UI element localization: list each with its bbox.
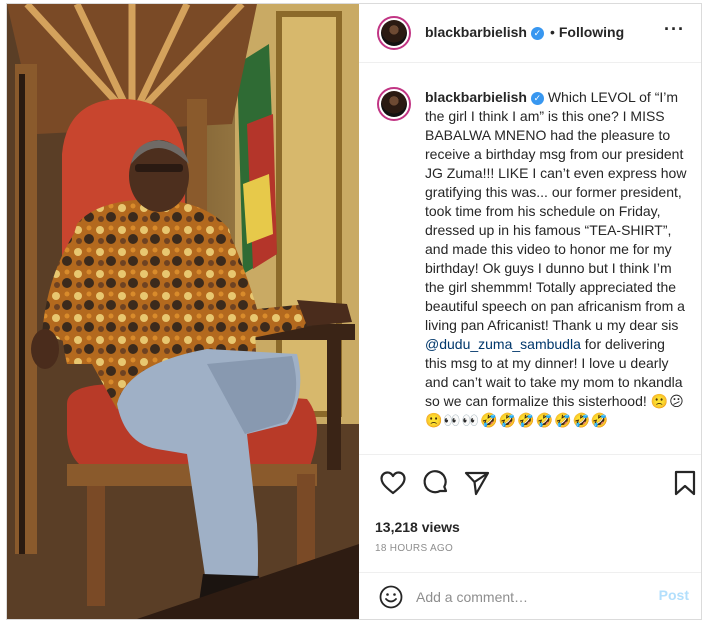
caption-username[interactable]: blackbarbielish: [425, 89, 527, 105]
caption-area: blackbarbielish ✓ Which LEVOL of “I’m the…: [359, 63, 701, 454]
paper-plane-icon[interactable]: [463, 469, 491, 497]
header-username[interactable]: blackbarbielish: [425, 24, 527, 40]
comment-icon[interactable]: [422, 469, 450, 497]
post-header: blackbarbielish ✓ • Following ···: [359, 4, 701, 63]
post-timestamp[interactable]: 18 HOURS AGO: [375, 543, 453, 554]
caption-mention-link[interactable]: @dudu_zuma_sambudla: [425, 336, 581, 352]
comment-input[interactable]: [414, 585, 648, 609]
caption-avatar[interactable]: [377, 87, 411, 121]
view-count[interactable]: 13,218 views: [375, 519, 460, 535]
header-line: blackbarbielish ✓ • Following: [425, 24, 624, 40]
caption-body: Which LEVOL of “I’m the girl I think I a…: [425, 89, 687, 333]
verified-badge-icon: ✓: [530, 27, 544, 40]
post-comment-button[interactable]: Post: [659, 587, 689, 603]
caption-text: blackbarbielish ✓ Which LEVOL of “I’m the…: [425, 88, 687, 430]
instagram-post: blackbarbielish ✓ • Following ··· blackbarb…: [6, 3, 702, 620]
smiley-icon[interactable]: [379, 585, 403, 609]
post-sidebar: blackbarbielish ✓ • Following ··· blackbarb…: [359, 4, 701, 619]
following-button[interactable]: Following: [559, 24, 624, 40]
separator-dot: •: [549, 24, 555, 40]
heart-icon[interactable]: [379, 469, 407, 497]
verified-badge-icon: ✓: [530, 92, 544, 105]
bookmark-icon[interactable]: [671, 469, 699, 497]
comment-bar: Post: [359, 572, 701, 620]
more-options-icon[interactable]: ···: [664, 20, 685, 38]
post-video[interactable]: [7, 4, 359, 619]
video-frame-illustration: [7, 4, 359, 619]
profile-avatar[interactable]: [377, 16, 411, 50]
action-bar: 13,218 views 18 HOURS AGO Post: [359, 454, 701, 619]
